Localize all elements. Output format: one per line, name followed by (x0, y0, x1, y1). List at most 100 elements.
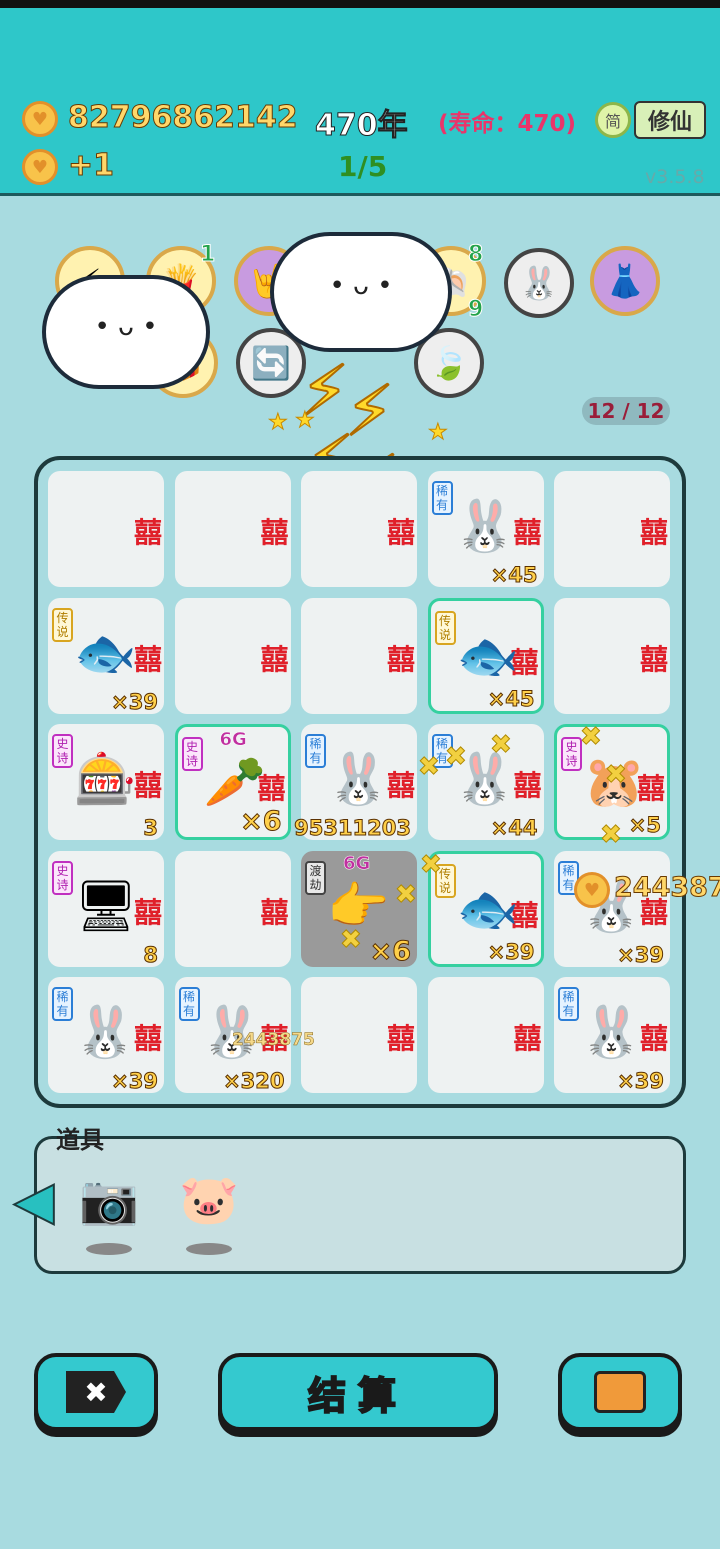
rarity-badge: 传说 (434, 610, 456, 645)
board-counter: 12 / 12 (582, 397, 670, 425)
cell-value: ×39 (617, 942, 665, 967)
coin-total: 82796862142 (68, 100, 299, 136)
years-counter: 470年 (315, 108, 409, 144)
relic-skirt-icon[interactable]: 👗 (590, 246, 660, 316)
koi-fish-icon: 🐟 (74, 623, 137, 682)
close-icon: ✖ (66, 1371, 126, 1413)
cell-value: 3 (143, 816, 159, 841)
settle-label: 结算 (307, 1373, 408, 1419)
star-icon: ★ (268, 410, 289, 436)
double-happiness-icon: 囍 (133, 1022, 162, 1055)
rarity-badge: 史诗 (52, 734, 73, 768)
double-happiness-icon: 囍 (386, 516, 415, 549)
bag-button[interactable] (558, 1353, 682, 1431)
board-cell[interactable]: 囍传说 🐟 ×39 (48, 597, 164, 714)
koi-fish-icon: 🐟 (456, 879, 519, 938)
settle-button[interactable]: 结算 (218, 1353, 498, 1431)
board-cell[interactable]: 囍 (48, 471, 164, 587)
grade-tag: 6G (219, 729, 247, 751)
double-happiness-icon: 囍 (386, 769, 415, 802)
board-cell[interactable]: 囍 (301, 471, 417, 587)
cultivate-button[interactable]: 修仙 (634, 101, 706, 139)
cell-value: ×39 (487, 939, 535, 964)
koi-fish-icon: 🐟 (456, 626, 519, 685)
double-happiness-icon: 囍 (639, 1022, 668, 1055)
star-icon: ★ (295, 408, 316, 434)
double-happiness-icon: 囍 (133, 895, 162, 929)
round-progress: 1/5 (338, 150, 388, 183)
board-cell[interactable]: 囍 (554, 471, 670, 587)
cell-value: ×39 (617, 1069, 665, 1094)
board-cell[interactable]: 囍 (554, 597, 670, 714)
double-happiness-icon: 囍 (260, 895, 289, 929)
coin-income-icon: ♥ (22, 149, 58, 185)
tool-shadow (86, 1243, 132, 1255)
board-cell[interactable]: 囍稀有 🐰 ×39 (554, 850, 670, 967)
cell-value: ×39 (111, 689, 159, 714)
rarity-badge: 稀有 (178, 987, 200, 1021)
floating-coin-value: 244387 (614, 872, 720, 904)
cell-value: ×44 (490, 816, 538, 841)
cell-value: ×320 (223, 1069, 285, 1094)
pc-case-icon: 🖥 (74, 876, 138, 935)
cloud-left-icon: • ᴗ • (42, 275, 210, 389)
sparkle-icon: ✖ (490, 730, 513, 761)
cell-value: ×45 (487, 686, 535, 711)
sparkle-icon: ✖ (445, 742, 468, 773)
arrow-left-icon[interactable]: ◀ (13, 1170, 55, 1236)
cell-value: 8 (143, 942, 159, 967)
board-cell[interactable]: 囍 (174, 597, 291, 714)
relic-rabbit-icon[interactable]: 🐰 (504, 248, 574, 318)
sparkle-icon: ✖ (420, 850, 443, 881)
rabbit-icon: 🐰 (453, 497, 516, 555)
double-happiness-icon: 囍 (133, 642, 162, 676)
board-cell[interactable]: 囍 (174, 471, 291, 587)
board-cell[interactable]: 囍 稀有 🐰 ×45 (427, 471, 544, 588)
board-cell[interactable]: 囍 (174, 850, 291, 967)
board-cell[interactable]: 囍 (301, 597, 417, 714)
language-button[interactable]: 简 (595, 102, 631, 138)
sparkle-icon: ✖ (340, 925, 363, 956)
board-cell[interactable]: 囍 稀有 🐰 ×39 (48, 977, 164, 1094)
camera-icon[interactable]: 📷 (74, 1170, 144, 1230)
rarity-badge: 史诗 (52, 860, 73, 895)
board-cell[interactable]: 囍 稀有 🐰 95311203 (294, 724, 417, 841)
cell-value: ×45 (490, 563, 538, 588)
board-cell[interactable]: 囍 (427, 977, 544, 1093)
coin-income: +1 (67, 148, 115, 184)
piggy-bank-icon[interactable]: 🐷 (174, 1170, 244, 1230)
double-happiness-icon: 囍 (639, 516, 668, 549)
board-cell[interactable]: 囍传说 🐟 ×39 (427, 850, 544, 967)
rarity-badge: 渡劫 (305, 860, 326, 895)
sparkle-icon: ✖ (600, 820, 623, 851)
cell-value: ×5 (628, 813, 661, 838)
double-happiness-icon: 囍 (513, 1022, 542, 1055)
relic-fries-count: 1 (199, 242, 216, 268)
board-cell[interactable]: 囍 (301, 977, 417, 1093)
double-happiness-icon: 囍 (513, 516, 542, 549)
cloud-center-icon: • ᴗ • (270, 232, 452, 352)
board-cell[interactable]: 囍史诗 🥕 6G ×6 (174, 724, 291, 840)
version-label: v3.5.8 (645, 166, 705, 188)
relic-shell-count: 8 (467, 242, 484, 268)
board-cell[interactable]: 囍 史诗 🎰 3 (48, 724, 164, 841)
gacha-machine-icon: 🎰 (74, 750, 137, 808)
cell-value: ×39 (111, 1069, 159, 1094)
coin-icon: ♥ (22, 101, 58, 137)
rabbit-icon: 🐰 (74, 1003, 137, 1061)
grade-tag: 6G (343, 852, 371, 874)
cell-value: ×6 (369, 935, 411, 967)
relic-leaf-count: 9 (467, 297, 484, 323)
rarity-badge: 史诗 (561, 737, 582, 771)
rarity-badge: 稀有 (52, 987, 73, 1021)
rarity-badge: 史诗 (181, 737, 203, 771)
double-happiness-icon: 囍 (133, 516, 162, 549)
star-icon: ★ (428, 420, 449, 446)
board-cell[interactable]: 囍传说 🐟 ×45 (427, 597, 544, 714)
sparkle-icon: ✖ (418, 752, 441, 783)
rabbit-icon: 🐰 (580, 1003, 643, 1061)
cell-value: ×6 (240, 806, 282, 838)
board-cell[interactable]: 囍 史诗 🖥 8 (48, 850, 164, 967)
close-button[interactable]: ✖ (34, 1353, 158, 1431)
board-cell[interactable]: 囍稀有 🐰 ×39 (554, 977, 670, 1094)
